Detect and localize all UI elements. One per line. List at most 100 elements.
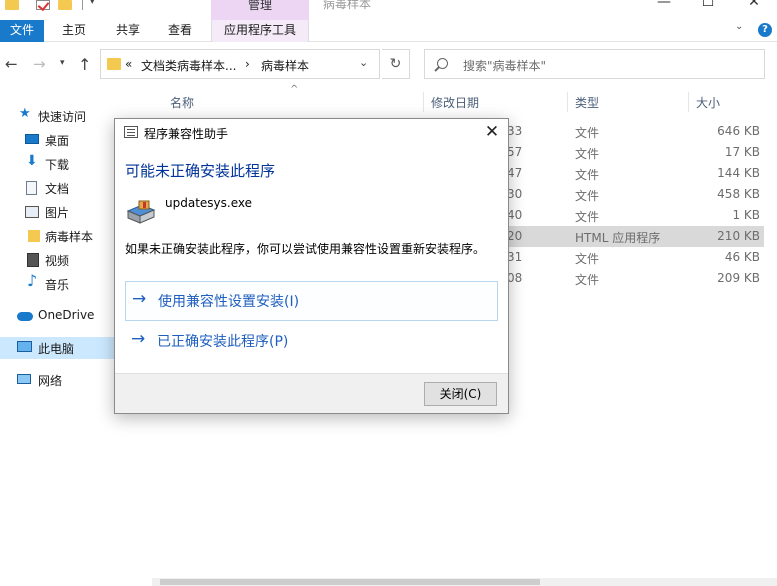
modified-date: 08 xyxy=(507,271,523,285)
dialog-title: 程序兼容性助手 xyxy=(144,127,229,141)
sidebar-item-label: OneDrive xyxy=(38,308,95,322)
new-folder-icon[interactable] xyxy=(58,0,72,10)
tab-view[interactable]: 查看 xyxy=(158,20,202,42)
column-header-date[interactable]: 修改日期 xyxy=(431,94,479,111)
ribbon-tabs: 文件 主页 共享 查看 应用程序工具 ⌄ ? xyxy=(0,20,777,42)
maximize-button[interactable]: ☐ xyxy=(698,0,718,10)
file-type: 文件 xyxy=(575,147,600,161)
computer-icon xyxy=(17,341,32,352)
window-title: 病毒样本 xyxy=(323,0,372,11)
modified-date: 31 xyxy=(507,250,523,264)
address-bar[interactable]: « 文档类病毒样本... › 病毒样本 ⌄ xyxy=(100,49,380,79)
file-size: 46 KB xyxy=(724,250,760,264)
help-icon[interactable]: ? xyxy=(758,23,772,37)
sidebar-item-label: 下载 xyxy=(45,158,70,172)
file-type: 文件 xyxy=(575,210,600,224)
compatibility-dialog: 程序兼容性助手 ✕ 可能未正确安装此程序 updatesys.exe 如果未正确… xyxy=(114,118,509,414)
file-size: 210 KB xyxy=(717,229,760,243)
address-dropdown-icon[interactable]: ⌄ xyxy=(359,56,368,69)
option-label: 已正确安装此程序(P) xyxy=(157,334,289,350)
sidebar-item-label: 图片 xyxy=(45,206,70,220)
file-size: 17 KB xyxy=(724,145,760,159)
column-header-size[interactable]: 大小 xyxy=(696,94,720,111)
manage-context-tab[interactable]: 管理 xyxy=(211,0,309,20)
modified-date: 40 xyxy=(507,208,523,222)
modified-date: 57 xyxy=(507,145,523,159)
close-button[interactable]: 关闭(C) xyxy=(424,382,497,406)
sidebar-item-label: 桌面 xyxy=(45,134,70,148)
dialog-close-button[interactable]: ✕ xyxy=(480,121,504,145)
modified-date: 33 xyxy=(507,124,523,138)
file-size: 1 KB xyxy=(732,208,760,222)
file-type: 文件 xyxy=(575,168,600,182)
breadcrumb-parent[interactable]: 文档类病毒样本... xyxy=(141,57,236,74)
sidebar-item-label: 病毒样本 xyxy=(45,230,94,244)
dialog-title-bar[interactable]: 程序兼容性助手 ✕ xyxy=(115,119,508,147)
tab-share[interactable]: 共享 xyxy=(106,20,150,42)
recent-locations-icon[interactable]: ▾ xyxy=(60,58,65,68)
tab-file[interactable]: 文件 xyxy=(0,20,44,42)
installed-correctly-option[interactable]: → 已正确安装此程序(P) xyxy=(125,322,498,362)
breadcrumb-separator[interactable]: › xyxy=(245,57,250,71)
up-arrow-icon[interactable]: ↑ xyxy=(78,55,91,74)
sidebar-item-label: 音乐 xyxy=(45,278,70,292)
modified-date: 30 xyxy=(507,187,523,201)
program-name: updatesys.exe xyxy=(165,196,252,210)
modified-date: 47 xyxy=(507,166,523,180)
column-header-type[interactable]: 类型 xyxy=(575,94,599,111)
dialog-heading: 可能未正确安装此程序 xyxy=(125,162,276,180)
manage-label: 管理 xyxy=(247,0,272,12)
file-size: 209 KB xyxy=(717,271,760,285)
search-box[interactable]: 搜索"病毒样本" xyxy=(424,49,765,79)
music-icon: ♪ xyxy=(27,271,38,290)
file-type: HTML 应用程序 xyxy=(575,231,661,245)
option-label: 使用兼容性设置安装(I) xyxy=(158,294,300,310)
customize-quick-access-icon[interactable]: ▾ xyxy=(90,0,95,7)
arrow-right-icon: → xyxy=(132,289,147,309)
expand-ribbon-icon[interactable]: ⌄ xyxy=(735,21,743,32)
star-icon: ★ xyxy=(19,106,31,121)
navigation-bar: ← → ▾ ↑ « 文档类病毒样本... › 病毒样本 ⌄ ↻ 搜索"病毒样本" xyxy=(0,48,777,84)
file-size: 458 KB xyxy=(717,187,760,201)
arrow-right-icon: → xyxy=(131,329,146,349)
scrollbar-thumb[interactable] xyxy=(160,579,540,585)
forward-arrow-icon[interactable]: → xyxy=(33,55,46,73)
back-arrow-icon[interactable]: ← xyxy=(5,55,18,73)
desktop-icon xyxy=(25,134,39,144)
file-type: 文件 xyxy=(575,273,600,287)
sidebar-item-label: 视频 xyxy=(45,254,70,268)
folder-icon xyxy=(107,58,121,70)
folder-icon[interactable] xyxy=(5,0,19,10)
reinstall-with-compatibility-option[interactable]: → 使用兼容性设置安装(I) xyxy=(125,281,498,321)
close-window-button[interactable]: ✕ xyxy=(744,0,764,10)
search-input[interactable]: 搜索"病毒样本" xyxy=(463,57,546,74)
properties-icon[interactable] xyxy=(36,0,50,10)
download-icon: ⬇ xyxy=(26,153,38,169)
title-bar: ▾ 管理 病毒样本 — ☐ ✕ xyxy=(0,0,777,20)
dialog-description: 如果未正确安装此程序，你可以尝试使用兼容性设置重新安装程序。 xyxy=(125,242,486,256)
address-overflow-icon[interactable]: « xyxy=(125,57,132,71)
column-header-name[interactable]: 名称 xyxy=(170,94,194,111)
file-size: 646 KB xyxy=(717,124,760,138)
refresh-icon: ↻ xyxy=(389,56,402,72)
sidebar-item-label: 快速访问 xyxy=(38,110,87,124)
sidebar-item-label: 文档 xyxy=(45,182,70,196)
minimize-button[interactable]: — xyxy=(654,0,674,10)
column-divider[interactable] xyxy=(567,92,568,112)
cloud-icon xyxy=(17,312,33,321)
sidebar-item-label: 此电脑 xyxy=(38,342,75,356)
column-divider[interactable] xyxy=(688,92,689,112)
dialog-footer: 关闭(C) xyxy=(115,373,508,413)
document-icon xyxy=(26,181,37,195)
breadcrumb-current[interactable]: 病毒样本 xyxy=(261,57,309,74)
modified-date: 20 xyxy=(507,229,523,243)
file-type: 文件 xyxy=(575,189,600,203)
picture-icon xyxy=(25,206,39,218)
tab-home[interactable]: 主页 xyxy=(52,20,96,42)
column-divider[interactable] xyxy=(423,92,424,112)
tab-application-tools[interactable]: 应用程序工具 xyxy=(211,20,309,42)
refresh-button[interactable]: ↻ xyxy=(382,49,410,79)
file-size: 144 KB xyxy=(717,166,760,180)
horizontal-scrollbar[interactable] xyxy=(152,578,777,586)
compatibility-assistant-icon xyxy=(124,126,138,138)
